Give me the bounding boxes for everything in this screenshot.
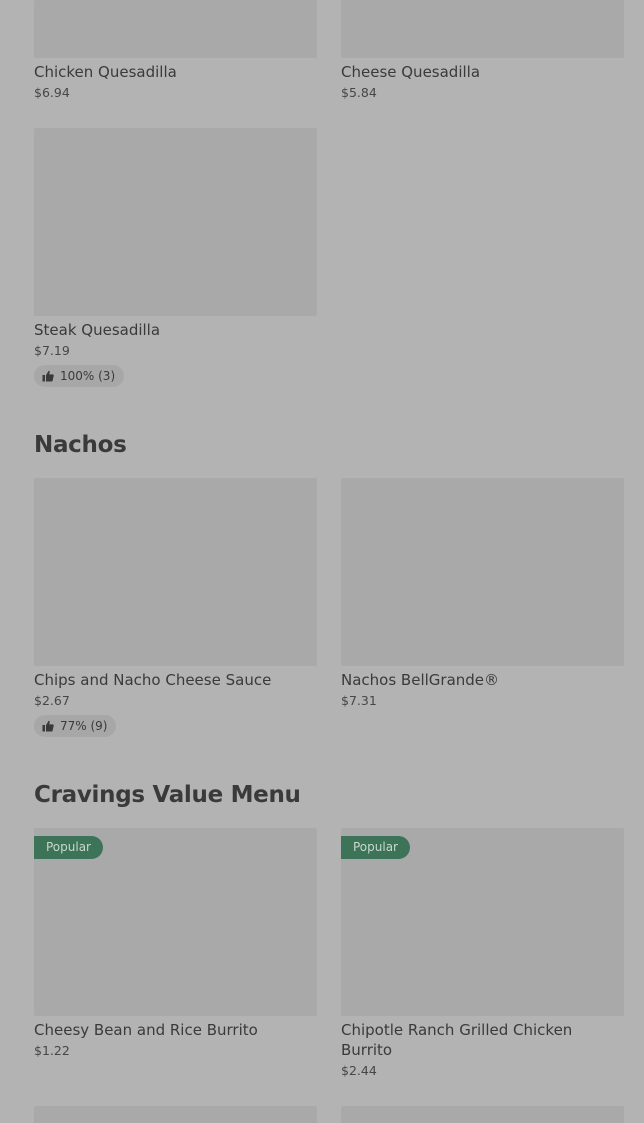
rating-text: 100% (3) xyxy=(60,369,116,383)
item-name: Steak Quesadilla xyxy=(34,321,161,339)
item-image: Popular xyxy=(34,828,317,1016)
section-title-nachos: Nachos xyxy=(34,432,127,458)
item-name: Cheese Quesadilla xyxy=(341,63,481,81)
menu-item-card[interactable]: Cheese Quesadilla $5.84 xyxy=(341,0,624,101)
menu-item-card[interactable] xyxy=(341,1106,624,1123)
item-price: $5.84 xyxy=(341,85,377,100)
item-image xyxy=(34,128,317,316)
nachos-grid: Chips and Nacho Cheese Sauce $2.67 77% (… xyxy=(34,478,624,737)
item-image xyxy=(34,1106,317,1123)
menu-item-card[interactable]: Chicken Quesadilla $6.94 xyxy=(34,0,317,101)
cravings-grid: Popular Cheesy Bean and Rice Burrito $1.… xyxy=(34,828,624,1079)
item-image xyxy=(341,478,624,666)
item-image xyxy=(34,0,317,58)
item-image xyxy=(341,0,624,58)
rating-pill: 100% (3) xyxy=(34,365,125,387)
section-title-cravings: Cravings Value Menu xyxy=(34,782,301,808)
thumbs-up-icon xyxy=(42,720,54,732)
menu-item-card[interactable]: Chips and Nacho Cheese Sauce $2.67 77% (… xyxy=(34,478,317,737)
item-price: $7.19 xyxy=(34,343,70,358)
menu-item-card[interactable]: Popular Cheesy Bean and Rice Burrito $1.… xyxy=(34,828,317,1079)
menu-item-card[interactable]: Popular Chipotle Ranch Grilled Chicken B… xyxy=(341,828,624,1079)
menu-item-card[interactable] xyxy=(34,1106,317,1123)
menu-item-card[interactable]: Nachos BellGrande® $7.31 xyxy=(341,478,624,737)
popular-badge: Popular xyxy=(34,836,103,859)
menu-item-card[interactable]: Steak Quesadilla $7.19 100% (3) xyxy=(34,128,317,387)
item-image xyxy=(341,1106,624,1123)
menu-page: Chicken Quesadilla $6.94 Cheese Quesadil… xyxy=(0,0,644,1123)
item-image: Popular xyxy=(341,828,624,1016)
item-price: $7.31 xyxy=(341,693,377,708)
quesadilla-grid: Chicken Quesadilla $6.94 Cheese Quesadil… xyxy=(34,0,624,101)
popular-badge: Popular xyxy=(341,836,410,859)
item-name: Chips and Nacho Cheese Sauce xyxy=(34,671,272,689)
item-price: $2.44 xyxy=(341,1063,377,1078)
item-name: Nachos BellGrande® xyxy=(341,671,500,689)
item-name: Cheesy Bean and Rice Burrito xyxy=(34,1021,258,1039)
item-price: $2.67 xyxy=(34,693,70,708)
rating-text: 77% (9) xyxy=(60,719,108,733)
rating-pill: 77% (9) xyxy=(34,715,117,737)
item-name: Chipotle Ranch Grilled Chicken Burrito xyxy=(341,1021,573,1059)
item-price: $1.22 xyxy=(34,1043,70,1058)
item-image xyxy=(34,478,317,666)
item-name: Chicken Quesadilla xyxy=(34,63,177,81)
cravings-grid-row-2 xyxy=(34,1106,624,1123)
thumbs-up-icon xyxy=(42,370,54,382)
item-price: $6.94 xyxy=(34,85,70,100)
quesadilla-grid-row-2: Steak Quesadilla $7.19 100% (3) xyxy=(34,128,624,387)
